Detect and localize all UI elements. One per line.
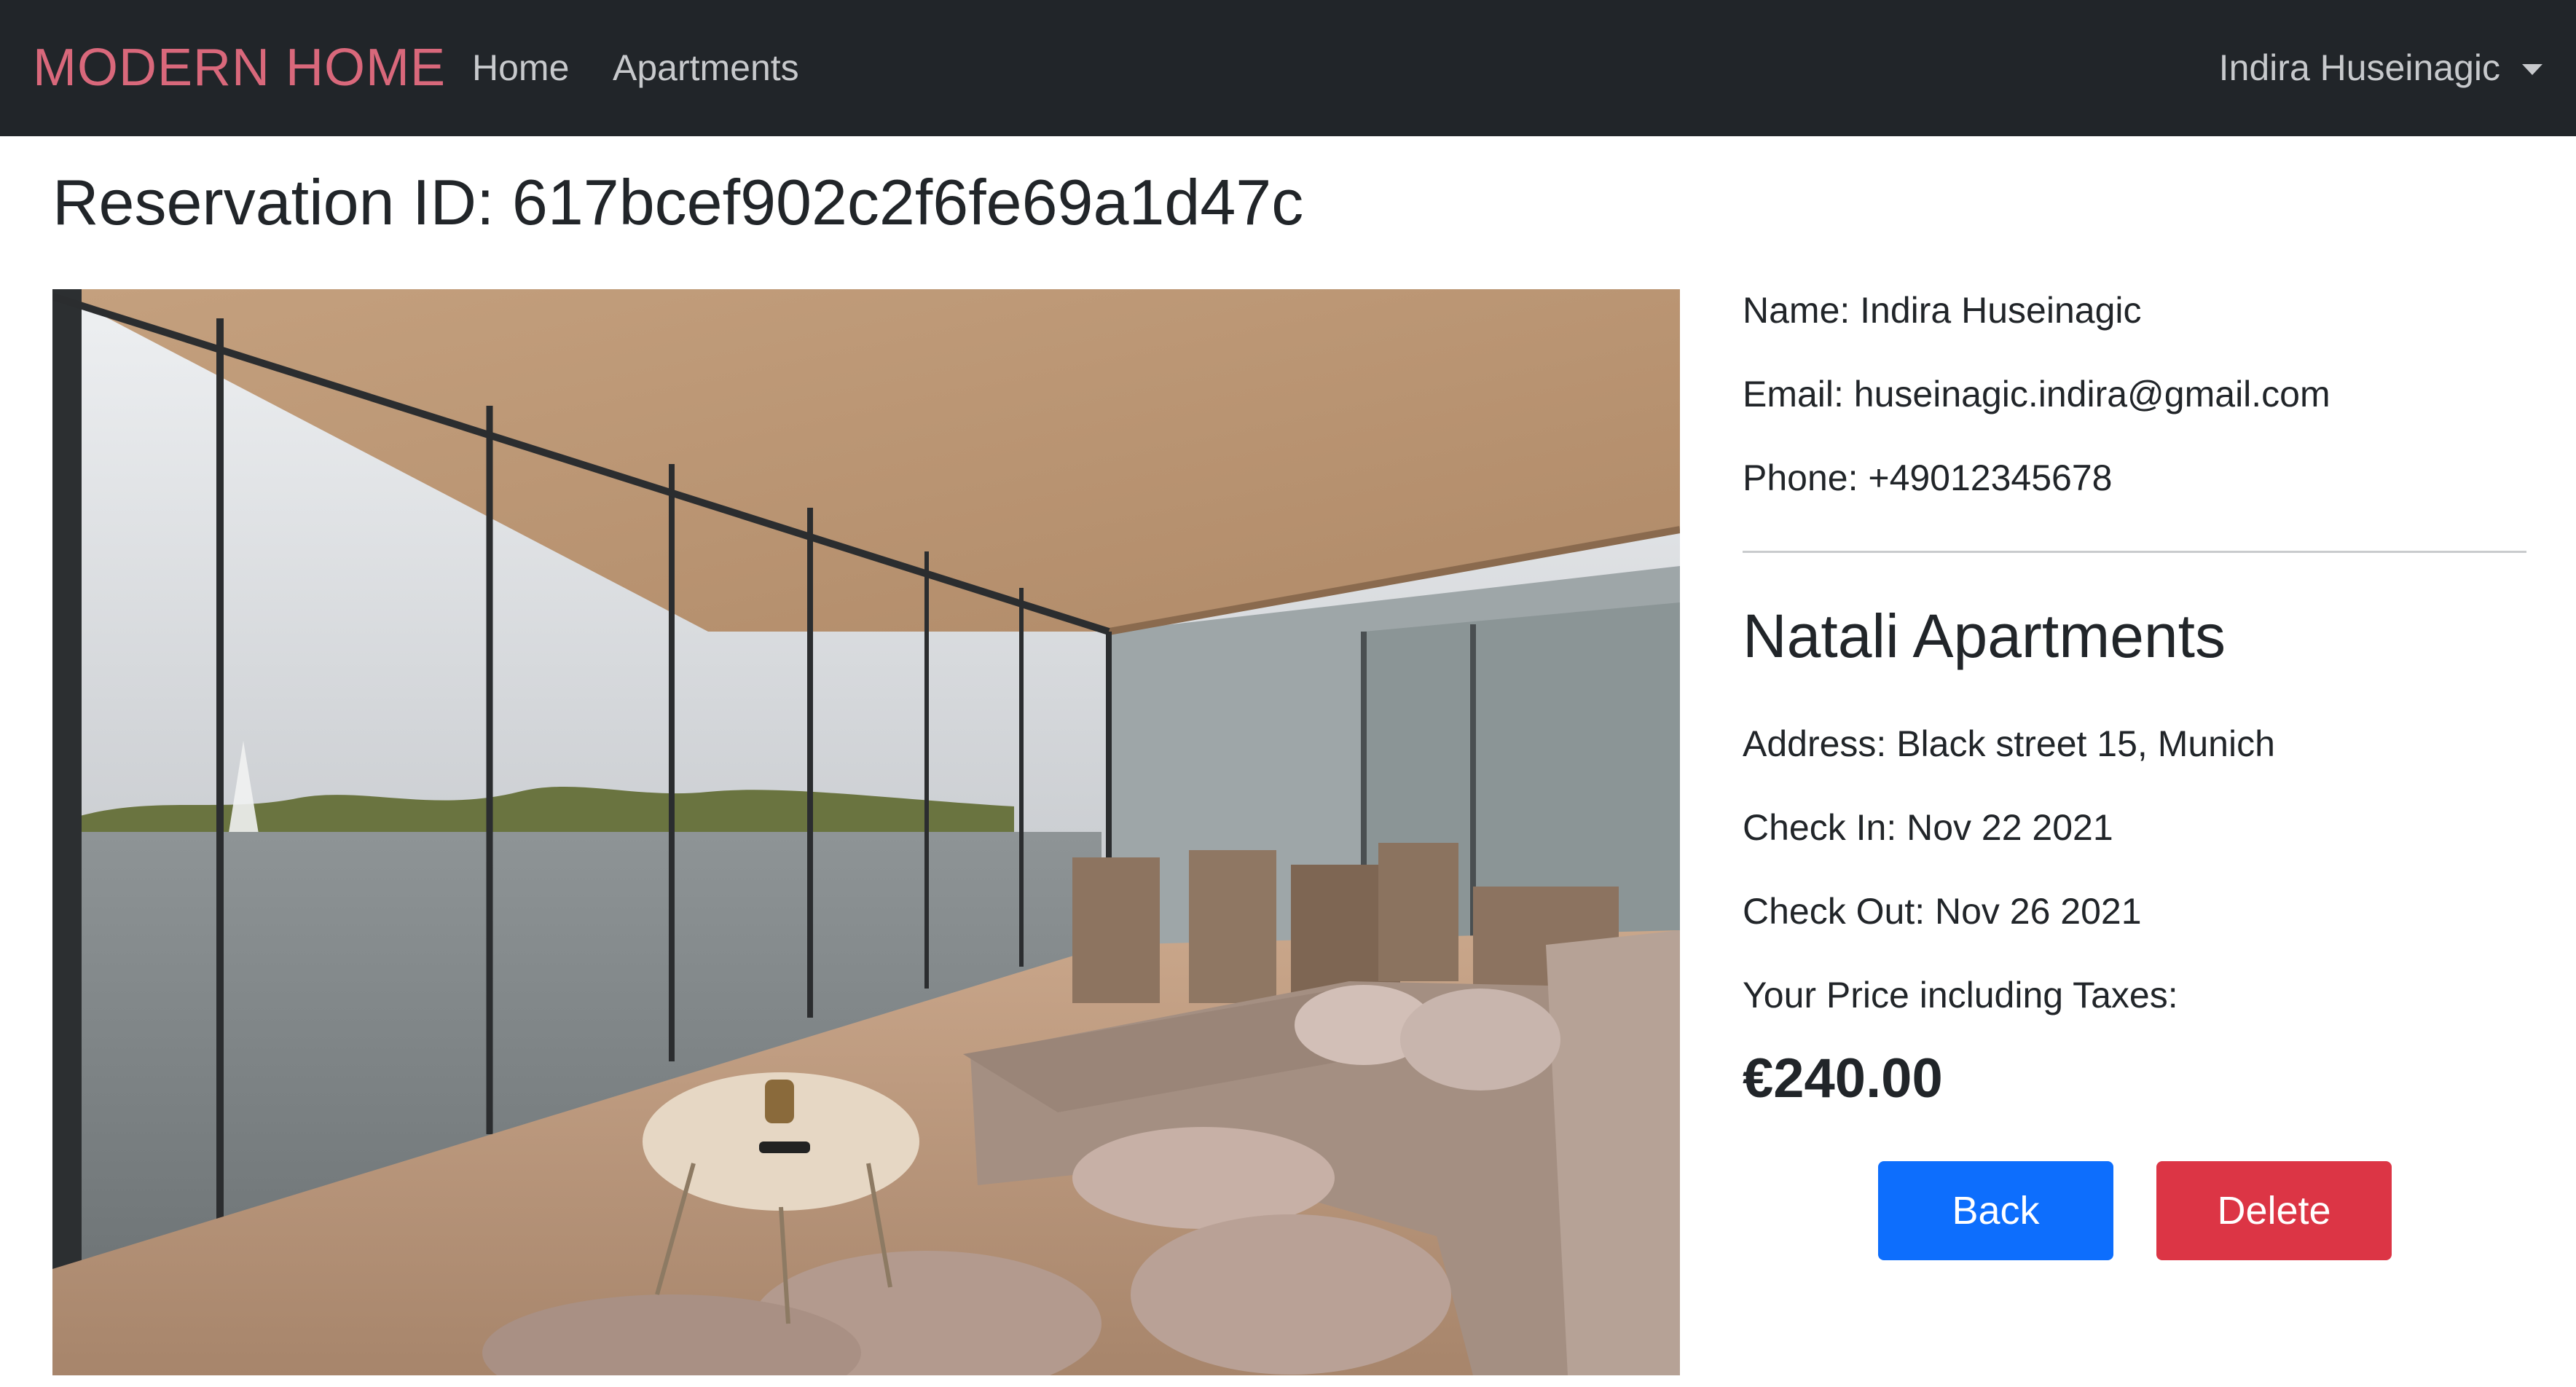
nav-link-apartments[interactable]: Apartments [613,42,799,93]
total-price: €240.00 [1743,1048,1943,1109]
divider [1743,551,2526,553]
user-name: Indira Huseinagic [2218,47,2500,88]
apartment-address: Address: Black street 15, Munich [1743,723,2275,764]
guest-email: Email: huseinagic.indira@gmail.com [1743,374,2330,414]
page-title: Reservation ID: 617bcef902c2f6fe69a1d47c [52,166,1304,238]
back-button[interactable]: Back [1878,1161,2113,1260]
apartment-photo-image [52,289,1680,1375]
user-menu-dropdown[interactable]: Indira Huseinagic [2219,42,2542,93]
check-out-date: Check Out: Nov 26 2021 [1743,891,2142,932]
check-in-date: Check In: Nov 22 2021 [1743,807,2113,848]
guest-name: Name: Indira Huseinagic [1743,290,2142,331]
price-label: Your Price including Taxes: [1743,975,2178,1015]
delete-button[interactable]: Delete [2156,1161,2392,1260]
top-navbar: MODERN HOME Home Apartments Indira Husei… [0,0,2576,136]
nav-link-home[interactable]: Home [472,42,569,93]
brand-logo[interactable]: MODERN HOME [33,34,446,101]
guest-phone: Phone: +49012345678 [1743,457,2113,498]
chevron-down-icon [2522,63,2542,75]
apartment-photo [52,289,1680,1375]
apartment-name: Natali Apartments [1743,602,2226,670]
